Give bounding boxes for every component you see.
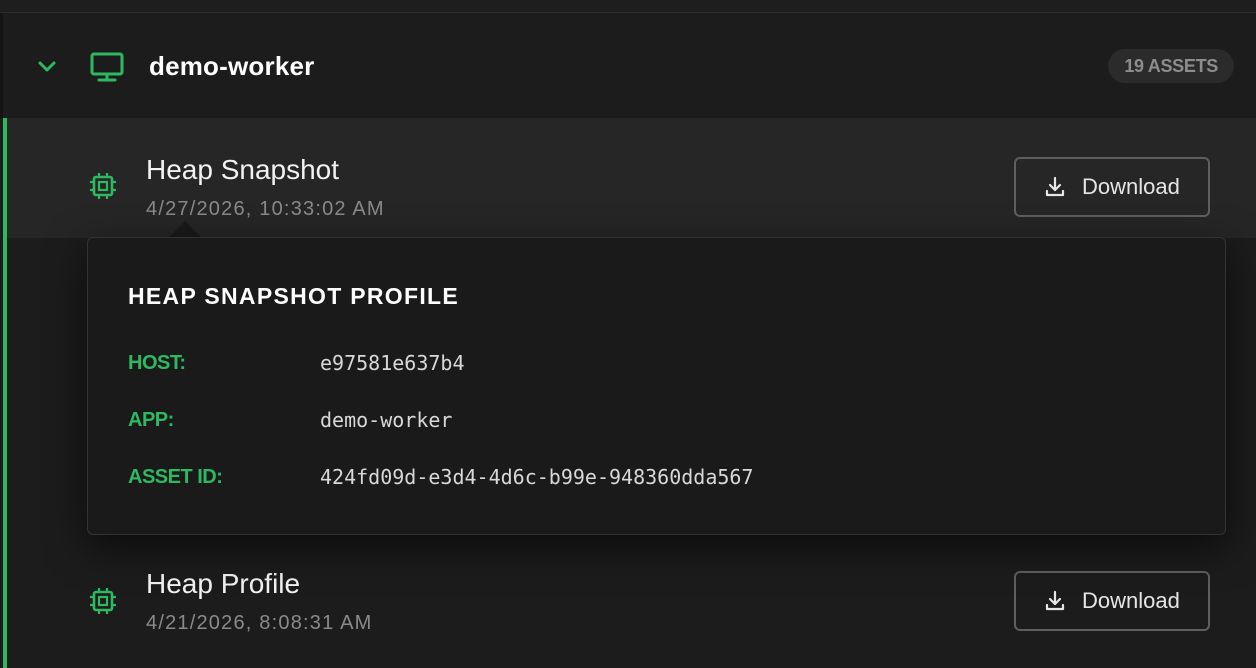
asset-browser: demo-worker 19 ASSETS Heap Snapshot 4/27… [0, 0, 1256, 668]
asset-title: Heap Profile [146, 568, 301, 599]
asset-title: Heap Snapshot [146, 154, 340, 185]
group-header[interactable]: demo-worker 19 ASSETS [0, 13, 1256, 118]
monitor-icon [90, 52, 124, 82]
assets-count-badge: 19 ASSETS [1108, 49, 1234, 83]
asset-date: 4/27/2026, 10:33:02 AM [146, 198, 385, 220]
asset-id-value: 424fd09d-e3d4-4d6c-b99e-948360dda567 [320, 465, 754, 489]
asset-row[interactable]: Heap Profile 4/21/2026, 8:08:31 AM Downl… [7, 535, 1256, 655]
asset-id-label: ASSET ID: [128, 466, 223, 488]
asset-row[interactable]: Heap Snapshot 4/27/2026, 10:33:02 AM Dow… [7, 118, 1256, 238]
download-icon [1045, 590, 1065, 611]
tooltip-arrow [168, 221, 202, 238]
app-value: demo-worker [320, 408, 453, 432]
download-label: Download [1082, 174, 1180, 199]
tooltip-title: HEAP SNAPSHOT PROFILE [128, 283, 460, 309]
download-label: Download [1082, 588, 1180, 613]
previous-group-divider [0, 0, 1256, 13]
group-title: demo-worker [149, 51, 315, 81]
app-label: APP: [128, 409, 174, 431]
chip-icon [90, 588, 116, 614]
chip-icon [90, 173, 116, 199]
asset-details-tooltip: HEAP SNAPSHOT PROFILE HOST: e97581e637b4… [87, 237, 1226, 535]
download-button[interactable]: Download [1014, 571, 1210, 631]
download-button[interactable]: Download [1014, 157, 1210, 217]
host-label: HOST: [128, 352, 186, 374]
asset-date: 4/21/2026, 8:08:31 AM [146, 612, 373, 634]
chevron-down-icon[interactable] [33, 53, 61, 81]
host-value: e97581e637b4 [320, 351, 465, 375]
download-icon [1045, 176, 1065, 197]
